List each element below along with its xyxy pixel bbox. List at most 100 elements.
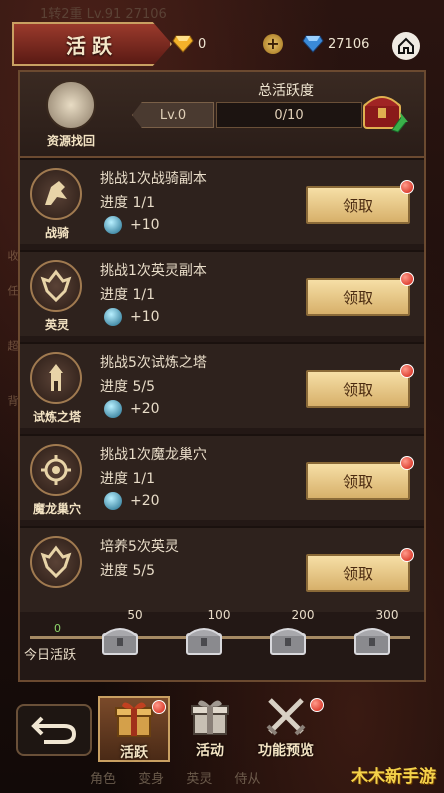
task-icon-label: 战骑	[44, 226, 69, 240]
resource-retrieve-label: 资源找回	[46, 134, 95, 148]
task-title: 挑战1次英灵副本	[100, 263, 207, 279]
nav-label: 活动	[196, 743, 224, 759]
gold-gem-counter: 0	[172, 30, 206, 58]
notification-dot	[400, 272, 414, 286]
milestone-chest[interactable]: 300	[342, 608, 402, 660]
background-menu-label: 角色	[90, 772, 117, 787]
claim-button[interactable]: 领取	[306, 548, 414, 592]
activity-orb-icon	[104, 308, 122, 326]
resource-retrieve-button[interactable]: 资源找回	[36, 80, 106, 149]
claim-button-label: 领取	[342, 288, 373, 307]
notification-dot	[310, 698, 324, 712]
notification-dot	[400, 180, 414, 194]
header: 活跃 0 + 27106	[0, 22, 444, 68]
activity-progress: 0/10	[216, 102, 362, 128]
claim-button-label: 领取	[342, 564, 373, 583]
gift-box-icon	[191, 700, 229, 735]
activity-orb-icon	[104, 492, 122, 510]
silver-chest-icon	[354, 628, 390, 655]
claim-button-label: 领取	[342, 196, 373, 215]
home-button[interactable]	[392, 32, 420, 60]
milestone-value: 50	[127, 608, 143, 622]
nav-label: 活跃	[120, 745, 148, 761]
hero-spirit-icon	[30, 260, 82, 312]
background-side-text: 收	[6, 250, 19, 261]
claim-button[interactable]: 领取	[306, 364, 414, 408]
background-menu-label: 英灵	[186, 772, 213, 787]
blue-gem-counter: 27106	[302, 30, 369, 58]
claim-button[interactable]: 领取	[306, 272, 414, 316]
daily-activity-track: 0 今日活跃 50 100 200 300	[20, 604, 424, 680]
task-progress: 进度 5/5	[100, 563, 155, 579]
task-progress: 进度 5/5	[100, 379, 155, 395]
mount-icon	[30, 168, 82, 220]
task-reward-value: +20	[130, 493, 160, 509]
task-item: 英灵 挑战1次英灵副本 进度 1/1 +10 领取	[20, 250, 424, 336]
nav-label: 功能预览	[258, 743, 314, 759]
task-progress: 进度 1/1	[100, 471, 155, 487]
reward-chest-icon[interactable]	[358, 86, 410, 134]
task-reward: +10	[104, 216, 160, 234]
gold-gem-icon	[172, 35, 194, 53]
add-currency-button[interactable]: +	[263, 30, 283, 58]
task-item: 培养5次英灵 进度 5/5 领取	[20, 526, 424, 612]
activity-orb-icon	[104, 216, 122, 234]
activity-panel: 资源找回 总活跃度 Lv.0 0/10 战骑 挑战1次战骑副本 进度 1/1 +…	[18, 70, 426, 682]
plus-icon: +	[263, 34, 283, 54]
background-bottom-menu: 角色 变身 英灵 侍从	[90, 768, 278, 787]
background-side-text: 任	[6, 285, 19, 296]
gift-box-icon	[115, 702, 153, 737]
claim-button[interactable]: 领取	[306, 180, 414, 224]
blue-gem-count: 27106	[328, 36, 370, 52]
background-menu-label: 侍从	[234, 772, 261, 787]
task-reward-value: +10	[130, 217, 160, 233]
task-icon-label: 魔龙巢穴	[32, 502, 81, 516]
task-progress: 进度 1/1	[100, 195, 155, 211]
back-button[interactable]	[16, 704, 92, 756]
hero-spirit-icon	[30, 536, 82, 588]
track-start-value: 0	[54, 622, 61, 635]
daily-activity-label: 今日活跃	[24, 648, 77, 663]
task-reward-value: +20	[130, 401, 160, 417]
task-progress: 进度 1/1	[100, 287, 155, 303]
dragon-lair-icon	[30, 444, 82, 496]
page-title-tab: 活跃	[12, 22, 172, 66]
watermark: 木木新手游	[351, 767, 436, 787]
milestone-chest[interactable]: 100	[174, 608, 234, 660]
notification-dot	[400, 364, 414, 378]
background-menu-label: 变身	[138, 772, 165, 787]
activity-level: Lv.0	[132, 102, 214, 128]
task-icon-label: 英灵	[44, 318, 69, 332]
activity-orb-icon	[104, 400, 122, 418]
silver-chest-icon	[102, 628, 138, 655]
task-item: 试炼之塔 挑战5次试炼之塔 进度 5/5 +20 领取	[20, 342, 424, 428]
claim-button-label: 领取	[342, 472, 373, 491]
activity-level-bar: Lv.0 0/10	[132, 102, 362, 128]
gold-gem-count: 0	[198, 36, 207, 52]
task-reward: +20	[104, 492, 160, 510]
task-item: 魔龙巢穴 挑战1次魔龙巢穴 进度 1/1 +20 领取	[20, 434, 424, 520]
silver-chest-icon	[270, 628, 306, 655]
barrel-icon	[46, 80, 96, 130]
page-title: 活跃	[66, 33, 118, 58]
background-side-text: 超	[6, 340, 19, 351]
task-icon-label: 试炼之塔	[32, 410, 81, 424]
home-icon	[398, 37, 414, 54]
claim-button-label: 领取	[342, 380, 373, 399]
notification-dot	[400, 456, 414, 470]
crossed-swords-icon	[266, 698, 306, 736]
milestone-chest[interactable]: 200	[258, 608, 318, 660]
total-activity-title: 总活跃度	[258, 83, 314, 99]
milestone-chest[interactable]: 50	[90, 608, 150, 660]
nav-events[interactable]: 活动	[174, 696, 246, 762]
milestone-value: 200	[291, 608, 315, 622]
notification-dot	[152, 700, 166, 714]
nav-feature-preview[interactable]: 功能预览	[246, 696, 326, 762]
task-item: 战骑 挑战1次战骑副本 进度 1/1 +10 领取	[20, 158, 424, 244]
milestone-value: 100	[207, 608, 231, 622]
claim-button[interactable]: 领取	[306, 456, 414, 500]
silver-chest-icon	[186, 628, 222, 655]
activity-summary: 资源找回 总活跃度 Lv.0 0/10	[20, 72, 424, 158]
nav-activity[interactable]: 活跃	[98, 696, 170, 762]
back-arrow-icon	[31, 716, 77, 744]
